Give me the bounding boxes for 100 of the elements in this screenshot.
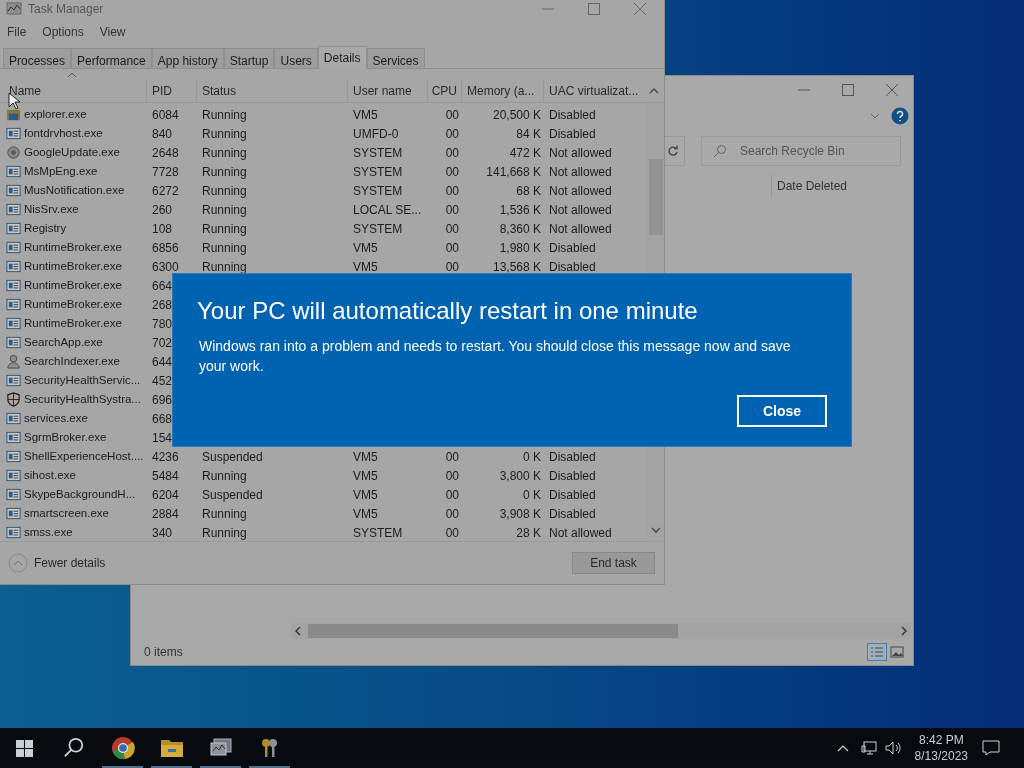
table-cell-text: Disabled [549, 125, 596, 143]
dialog-message: Windows ran into a problem and needs to restart. You should close this message now and save your work. [199, 337, 792, 376]
window-icon [6, 202, 21, 217]
table-cell-text: 13,568 K [492, 258, 541, 276]
table-cell-text: 00 [445, 125, 459, 143]
table-cell-text: Disabled [549, 106, 596, 124]
table-cell-text: 702 [152, 334, 173, 352]
view-button[interactable] [887, 643, 907, 661]
table-cell-text: 6084 [152, 106, 179, 124]
window-icon [6, 221, 21, 236]
refresh-icon [667, 145, 679, 157]
tab[interactable]: App history [151, 48, 224, 69]
clock-date[interactable]: 8/13/2023 [914, 748, 968, 764]
clock-time[interactable]: 8:42 PM [918, 732, 964, 748]
search-field[interactable]: Search Recycle Bin [701, 136, 901, 166]
sort-caret-icon [67, 71, 77, 78]
search-icon[interactable] [62, 737, 85, 759]
column-header[interactable]: Memory (a... [467, 81, 535, 100]
fewer-details-link[interactable]: Fewer details [34, 554, 106, 572]
table-cell-text: 00 [445, 201, 459, 219]
table-cell-text: 340 [152, 524, 173, 541]
table-cell-text: 00 [445, 163, 459, 181]
process-name: sihost.exe [24, 467, 76, 483]
tab[interactable]: Performance [71, 48, 152, 69]
scroll-down-icon[interactable] [650, 525, 662, 535]
process-name: RuntimeBroker.exe [24, 277, 122, 293]
tab[interactable]: Users [274, 48, 318, 69]
close-button[interactable]: Close [737, 395, 827, 427]
column-header[interactable]: User name [353, 81, 412, 100]
table-cell-text: Disabled [549, 467, 596, 485]
chevron-up-icon[interactable] [836, 743, 849, 753]
maximize-icon[interactable] [587, 1, 601, 16]
end-task-button[interactable]: End task [572, 552, 655, 574]
table-cell-text: UMFD-0 [353, 125, 399, 143]
close-icon[interactable] [633, 1, 647, 16]
notification-icon[interactable] [982, 740, 1000, 756]
table-cell-text: 00 [445, 467, 459, 485]
scrollbar-thumb[interactable] [308, 624, 678, 638]
process-name: ShellExperienceHost.... [24, 448, 144, 464]
tab[interactable]: Processes [3, 48, 72, 69]
table-cell-text: Disabled [549, 448, 596, 466]
window-icon [6, 468, 21, 483]
window-icon [6, 525, 21, 540]
process-name: SearchApp.exe [24, 334, 103, 350]
table-cell-text: Running [202, 163, 247, 181]
help-icon[interactable] [891, 107, 909, 125]
table-cell-text: Running [202, 182, 247, 200]
table-cell-text: 452 [152, 372, 173, 390]
table-cell-text: Not allowed [549, 182, 612, 200]
table-cell-text: 2884 [152, 505, 179, 523]
process-name: MusNotification.exe [24, 182, 125, 198]
column-header[interactable]: Name [9, 81, 41, 100]
windows-icon[interactable] [16, 739, 33, 757]
maximize-icon[interactable] [841, 83, 855, 97]
table-cell-text: SYSTEM [353, 220, 403, 238]
menu-item[interactable]: File [4, 22, 30, 41]
process-name: RuntimeBroker.exe [24, 258, 122, 274]
column-header[interactable]: Status [202, 81, 237, 100]
process-name: SgrmBroker.exe [24, 429, 107, 445]
monitor-icon[interactable] [208, 737, 233, 759]
table-cell-text: 20,500 K [492, 106, 541, 124]
process-name: fontdrvhost.exe [24, 125, 103, 141]
table-cell-text: Not allowed [549, 144, 612, 162]
browser-icon[interactable] [110, 736, 135, 760]
network-icon[interactable] [860, 741, 877, 755]
table-cell-text: 00 [445, 239, 459, 257]
table-cell-text: 1,980 K [499, 239, 541, 257]
menu-item[interactable]: View [96, 22, 129, 41]
process-name: smss.exe [24, 524, 73, 540]
volume-icon[interactable] [884, 741, 903, 755]
table-cell-text: 108 [152, 220, 173, 238]
tab[interactable]: Services [366, 48, 425, 69]
table-cell-text: Running [202, 239, 247, 257]
process-name: SearchIndexer.exe [24, 353, 120, 369]
tab[interactable]: Details [317, 46, 367, 69]
table-cell-text: SYSTEM [353, 144, 403, 162]
column-header[interactable]: CPU [431, 81, 457, 100]
table-cell-text: 68 K [516, 182, 541, 200]
window-icon [6, 487, 21, 502]
table-cell-text: SYSTEM [353, 524, 403, 541]
column-header[interactable]: PID [152, 81, 172, 100]
column-header[interactable]: UAC virtualizat... [549, 81, 639, 100]
table-cell-text: 00 [445, 524, 459, 541]
column-header[interactable]: Date Deleted [777, 177, 848, 195]
table-cell-text: 3,800 K [499, 467, 541, 485]
status-text: 0 items [144, 644, 183, 661]
menu-item[interactable]: Options [39, 22, 87, 41]
close-icon[interactable] [885, 83, 899, 97]
folder-icon[interactable] [159, 737, 184, 759]
shield-icon [6, 392, 21, 407]
table-cell-text: Running [202, 106, 247, 124]
table-cell-text: VM5 [353, 486, 378, 504]
table-cell-text: 7728 [152, 163, 179, 181]
process-name: SkypeBackgroundH... [24, 486, 136, 502]
table-cell-text: VM5 [353, 106, 378, 124]
process-name: smartscreen.exe [24, 505, 109, 521]
table-cell-text: SYSTEM [353, 163, 403, 181]
tab[interactable]: Startup [223, 48, 275, 69]
window-icon [6, 164, 21, 179]
table-cell-text: VM5 [353, 239, 378, 257]
